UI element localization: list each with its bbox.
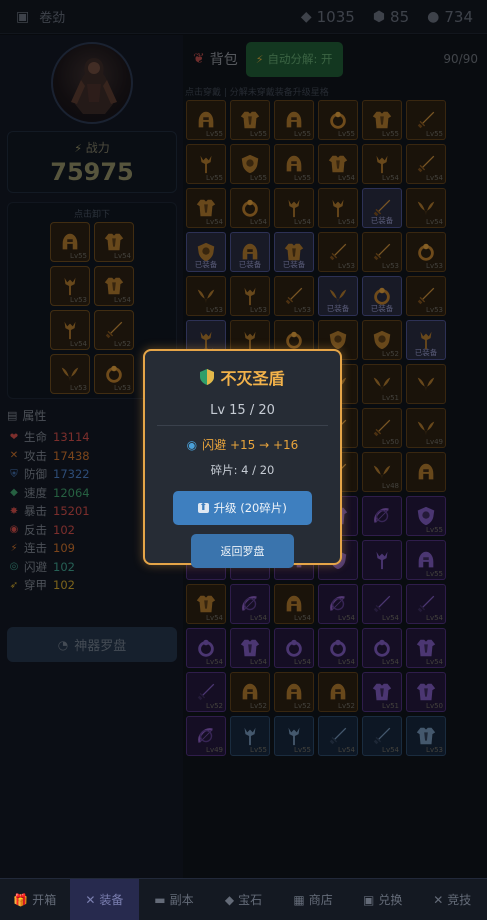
upgrade-label: 升级 (20碎片) [213,501,287,515]
tab-label: 商店 [308,893,333,907]
divider [157,425,328,426]
tab-gift[interactable]: 🎁 开箱 [0,879,70,920]
tab-label: 宝石 [238,893,263,907]
stat-change-text: 闪避 +15 → +16 [202,438,299,452]
back-label: 返回罗盘 [220,545,265,558]
tab-shop[interactable]: ▦ 商店 [278,879,348,920]
dungeon-icon: ▬ [154,892,166,907]
artifact-name: 不灭圣盾 [220,369,285,388]
upgrade-button[interactable]: ⬆ 升级 (20碎片) [173,491,312,525]
tab-arena[interactable]: ✕ 竞技 [417,879,487,920]
artifact-level: Lv 15 / 20 [210,403,275,418]
swords-icon: ✕ [85,892,96,907]
tab-label: 开箱 [32,893,57,907]
gem-icon: ◆ [224,892,235,907]
tab-label: 兑换 [378,893,403,907]
back-to-compass-button[interactable]: 返回罗盘 [191,534,294,568]
fragment-count: 碎片: 4 / 20 [210,463,275,477]
bottom-nav: 🎁 开箱 ✕ 装备 ▬ 副本 ◆ 宝石 ▦ 商店 ▣ 兑换 ✕ 竞技 [0,878,487,920]
tab-label: 副本 [169,893,194,907]
tab-gem[interactable]: ◆ 宝石 [209,879,279,920]
shield-icon [200,369,215,385]
arrow-up-icon: ⬆ [198,502,209,513]
tab-label: 竞技 [447,893,472,907]
stat-change: ◉ 闪避 +15 → +16 [145,436,340,453]
tab-exchange[interactable]: ▣ 兑换 [348,879,418,920]
tab-swords[interactable]: ✕ 装备 [69,879,140,920]
shop-icon: ▦ [293,892,305,907]
tab-dungeon[interactable]: ▬ 副本 [139,879,209,920]
tab-label: 装备 [99,893,124,907]
gift-icon: 🎁 [13,892,29,907]
artifact-title: 不灭圣盾 [145,365,340,389]
arena-icon: ✕ [433,892,444,907]
dodge-eye-icon: ◉ [186,437,198,452]
exchange-icon: ▣ [363,892,375,907]
artifact-upgrade-dialog: 不灭圣盾 Lv 15 / 20 ◉ 闪避 +15 → +16 碎片: 4 / 2… [143,349,342,568]
